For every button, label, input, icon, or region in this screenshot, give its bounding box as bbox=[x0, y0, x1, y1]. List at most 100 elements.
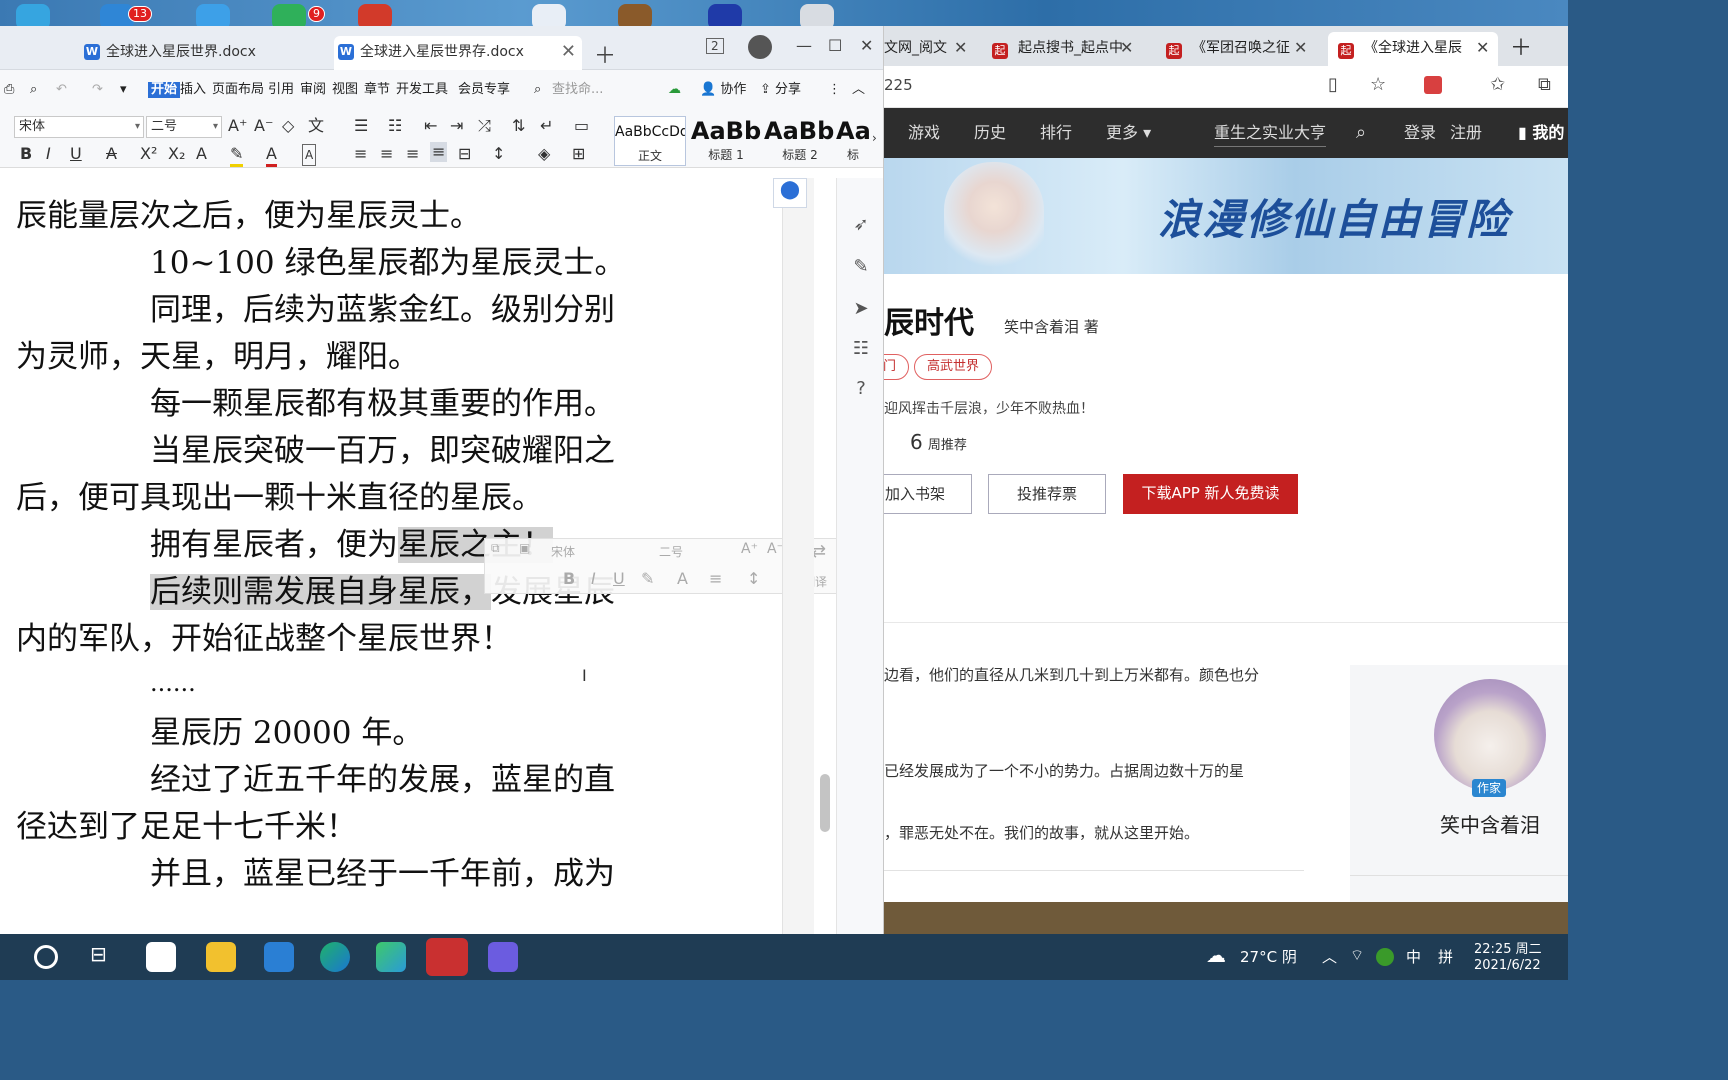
justify-icon[interactable]: ≡ bbox=[430, 142, 448, 162]
extension-icon[interactable] bbox=[1424, 76, 1442, 94]
close-window-icon[interactable]: ✕ bbox=[860, 36, 873, 55]
border-icon[interactable]: ⊞ bbox=[572, 144, 585, 164]
browser-tab[interactable]: 起起点搜书_起点中 ✕ bbox=[990, 32, 1140, 66]
minimize-icon[interactable]: — bbox=[796, 36, 812, 55]
search-icon[interactable]: ⌕ bbox=[1356, 122, 1366, 144]
subscript-icon[interactable]: X₂ bbox=[168, 144, 185, 164]
align-center-icon[interactable]: ≡ bbox=[380, 144, 393, 164]
more-icon[interactable]: ⋮ bbox=[828, 82, 841, 98]
author-avatar[interactable] bbox=[1434, 679, 1546, 791]
app-swirl-icon[interactable] bbox=[146, 942, 176, 972]
media-player-icon[interactable] bbox=[376, 942, 406, 972]
strikethrough-icon[interactable]: A bbox=[106, 144, 117, 164]
edge-icon[interactable] bbox=[320, 942, 350, 972]
numbered-list-icon[interactable]: ☷ bbox=[388, 116, 402, 136]
nav-games[interactable]: 游戏 bbox=[908, 122, 940, 144]
bold-icon[interactable]: B bbox=[20, 144, 32, 164]
maximize-icon[interactable]: ☐ bbox=[828, 36, 842, 55]
menu-view[interactable]: 视图 bbox=[332, 82, 358, 98]
text-effect-icon[interactable]: A bbox=[196, 144, 207, 164]
menu-start[interactable]: 开始 bbox=[148, 82, 181, 98]
book-tag[interactable]: 高武世界 bbox=[914, 354, 993, 380]
undo-icon[interactable]: ↶ bbox=[56, 82, 67, 98]
mini-grow-icon[interactable]: A⁺ bbox=[741, 541, 758, 557]
wps-doc-tab[interactable]: W 全球进入星辰世界.docx bbox=[80, 36, 326, 70]
help-icon[interactable]: ? bbox=[849, 378, 873, 402]
mini-underline-icon[interactable]: U bbox=[613, 569, 625, 588]
new-tab-plus-icon[interactable]: ＋ bbox=[1510, 30, 1532, 62]
mini-highlight-icon[interactable]: ✎ bbox=[641, 569, 654, 588]
mini-spacing-icon[interactable]: ↕ bbox=[747, 569, 760, 588]
pen-icon[interactable]: ✎ bbox=[849, 256, 873, 280]
my-shelf-link[interactable]: ▮ 我的 bbox=[1518, 122, 1564, 144]
styles-more-icon[interactable]: › bbox=[872, 128, 877, 148]
download-app-button[interactable]: 下载APP 新人免费读 bbox=[1123, 474, 1298, 514]
menu-chapter[interactable]: 章节 bbox=[364, 82, 390, 98]
text-direction-icon[interactable]: ⤮ bbox=[478, 116, 491, 136]
wifi-icon[interactable]: ⌔ bbox=[1350, 946, 1364, 965]
wps-doc-tab-active[interactable]: W 全球进入星辰世界存.docx ✕ bbox=[334, 36, 582, 70]
url-text[interactable]: 225 bbox=[884, 76, 913, 94]
security-tray-icon[interactable] bbox=[1376, 948, 1394, 966]
cloud-sync-icon[interactable]: ☁ bbox=[668, 82, 681, 98]
pinyin-icon[interactable]: 文 bbox=[308, 116, 324, 136]
nav-more[interactable]: 更多 ▾ bbox=[1106, 122, 1151, 144]
sort-icon[interactable]: ⇅ bbox=[512, 116, 525, 136]
highlight-icon[interactable]: ✎ bbox=[230, 144, 244, 167]
vertical-scrollbar[interactable]: ⬤ bbox=[773, 178, 814, 934]
copy-icon[interactable]: ⧉ bbox=[491, 541, 500, 556]
user-avatar-icon[interactable] bbox=[748, 35, 772, 59]
book-author[interactable]: 笑中含着泪 著 bbox=[1004, 316, 1099, 337]
mini-font[interactable]: 宋体 bbox=[551, 543, 575, 560]
book-tag[interactable]: 门 bbox=[884, 354, 910, 380]
menu-dev-tools[interactable]: 开发工具 bbox=[396, 82, 448, 98]
screen-recorder-icon[interactable] bbox=[488, 942, 518, 972]
menu-insert[interactable]: 插入 bbox=[180, 82, 206, 98]
decrease-indent-icon[interactable]: ⇤ bbox=[424, 116, 437, 136]
menu-page-layout[interactable]: 页面布局 bbox=[212, 82, 264, 98]
ruler-icon[interactable]: ▭ bbox=[574, 116, 589, 136]
menu-member[interactable]: 会员专享 bbox=[458, 82, 510, 98]
site-search-input[interactable]: 重生之实业大亨 bbox=[1214, 122, 1327, 147]
grow-font-icon[interactable]: A⁺ bbox=[228, 116, 247, 136]
login-link[interactable]: 登录 bbox=[1404, 122, 1436, 144]
ime-mode[interactable]: 中 bbox=[1406, 946, 1421, 967]
align-left-icon[interactable]: ≡ bbox=[354, 144, 367, 164]
underline-icon[interactable]: U bbox=[70, 144, 82, 164]
vote-button[interactable]: 投推荐票 bbox=[988, 474, 1106, 514]
pointer-icon[interactable]: ➤ bbox=[849, 298, 873, 322]
nav-history[interactable]: 历史 bbox=[974, 122, 1006, 144]
ad-banner[interactable]: 浪漫修仙自由冒险 bbox=[884, 158, 1568, 274]
rocket-icon[interactable]: ➶ bbox=[849, 214, 873, 238]
favorites-icon[interactable]: ✩ bbox=[1490, 74, 1505, 95]
shrink-font-icon[interactable]: A⁻ bbox=[254, 116, 273, 136]
register-link[interactable]: 注册 bbox=[1450, 122, 1482, 144]
align-right-icon[interactable]: ≡ bbox=[406, 144, 419, 164]
weather-cloud-icon[interactable]: ☁ bbox=[1206, 943, 1226, 967]
mail-icon[interactable] bbox=[264, 942, 294, 972]
font-size-select[interactable]: 二号 bbox=[146, 116, 222, 138]
show-marks-icon[interactable]: ↵ bbox=[540, 116, 553, 136]
style-heading-1[interactable]: AaBb 标题 1 bbox=[690, 116, 762, 166]
window-count[interactable]: 2 bbox=[706, 38, 724, 54]
distribute-icon[interactable]: ⊟ bbox=[458, 144, 471, 164]
clock-time[interactable]: 22:25 周二 bbox=[1474, 938, 1542, 957]
mini-color-icon[interactable]: A bbox=[677, 569, 688, 588]
dropdown-icon[interactable]: ▾ bbox=[120, 82, 127, 98]
collab-button[interactable]: 👤 协作 bbox=[700, 82, 746, 98]
bullet-list-icon[interactable]: ☰ bbox=[354, 116, 368, 136]
location-pin-icon[interactable]: ⬤ bbox=[773, 178, 807, 208]
char-border-icon[interactable]: A bbox=[302, 144, 317, 166]
font-name-select[interactable]: 宋体 bbox=[14, 116, 144, 138]
mini-size[interactable]: 二号 bbox=[659, 543, 683, 560]
close-icon[interactable]: ✕ bbox=[1120, 32, 1133, 64]
collapse-ribbon-icon[interactable]: ︿ bbox=[852, 82, 865, 98]
nav-ranking[interactable]: 排行 bbox=[1040, 122, 1072, 144]
shading-icon[interactable]: ◈ bbox=[538, 144, 550, 164]
mini-bold-icon[interactable]: B bbox=[563, 569, 575, 588]
line-spacing-icon[interactable]: ↕ bbox=[492, 144, 505, 164]
weather-text[interactable]: 27°C 阴 bbox=[1240, 946, 1297, 967]
wps-icon[interactable] bbox=[426, 938, 468, 976]
menu-review[interactable]: 审阅 bbox=[300, 82, 326, 98]
command-search[interactable]: 查找命... bbox=[552, 82, 603, 98]
